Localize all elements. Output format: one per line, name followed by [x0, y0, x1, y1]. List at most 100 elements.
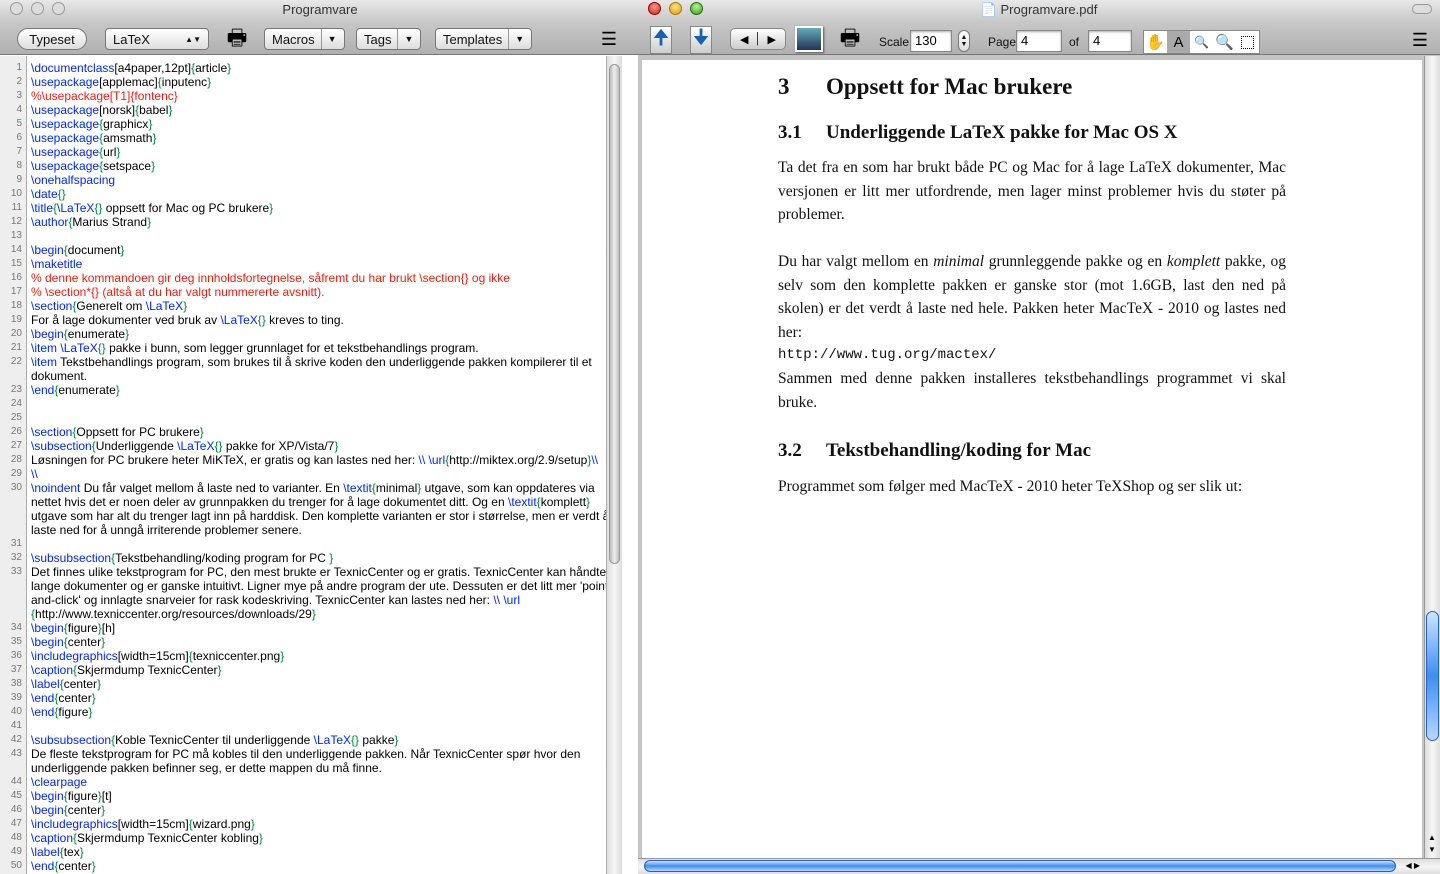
line-text[interactable]: \author{Marius Strand}	[27, 215, 617, 229]
code-line[interactable]: 34 \begin{figure}[h]	[0, 621, 620, 635]
line-text[interactable]: \usepackage{url}	[27, 145, 617, 159]
line-text[interactable]: Det finnes ulike tekstprogram for PC, de…	[27, 565, 617, 621]
line-text[interactable]: \subsubsection{Tekstbehandling/koding pr…	[27, 551, 617, 565]
scroll-arrows-icon[interactable]: ◀ ▶	[1405, 861, 1420, 870]
code-line[interactable]: 24	[0, 397, 620, 411]
line-text[interactable]	[27, 537, 617, 551]
line-text[interactable]	[27, 719, 617, 733]
macros-menu[interactable]: Macros ▼	[264, 28, 345, 50]
code-line[interactable]: 14 \begin{document}	[0, 243, 620, 257]
line-text[interactable]	[27, 397, 617, 411]
select-region-icon[interactable]	[1236, 31, 1259, 53]
code-line[interactable]: 12 \author{Marius Strand}	[0, 215, 620, 229]
line-text[interactable]: \clearpage	[27, 775, 617, 789]
line-text[interactable]: \end{center}	[27, 859, 617, 873]
line-text[interactable]: \section{Generelt om \LaTeX}	[27, 299, 617, 313]
line-text[interactable]: \usepackage{setspace}	[27, 159, 617, 173]
line-text[interactable]: \begin{enumerate}	[27, 327, 617, 341]
toolbar-pill-button[interactable]	[1412, 4, 1432, 14]
code-lines[interactable]: 1 \documentclass[a4paper,12pt]{article} 2 \…	[0, 61, 620, 873]
line-text[interactable]: \label{tex}	[27, 845, 617, 859]
next-page-icon[interactable]: 🠋	[690, 26, 712, 54]
hand-tool-icon[interactable]: ✋	[1144, 31, 1167, 53]
line-text[interactable]: \maketitle	[27, 257, 617, 271]
line-text[interactable]: \item Tekstbehandlings program, som bruk…	[27, 355, 617, 383]
scroll-thumb[interactable]	[1426, 610, 1439, 741]
forward-icon[interactable]: ▶	[768, 33, 776, 46]
line-text[interactable]: De fleste tekstprogram for PC må kobles …	[27, 747, 617, 775]
code-line[interactable]: 20 \begin{enumerate}	[0, 327, 620, 341]
line-text[interactable]: \section{Oppsett for PC brukere}	[27, 425, 617, 439]
code-line[interactable]: 16 % denne kommandoen gir deg innholdsfor…	[0, 271, 620, 285]
code-line[interactable]: 31	[0, 537, 620, 551]
code-line[interactable]: 27 \subsection{Underliggende \LaTeX{} pak…	[0, 439, 620, 453]
code-line[interactable]: 8 \usepackage{setspace}	[0, 159, 620, 173]
code-line[interactable]: 49 \label{tex}	[0, 845, 620, 859]
code-line[interactable]: 25	[0, 411, 620, 425]
code-line[interactable]: 11 \title{\LaTeX{} oppsett for Mac og PC …	[0, 201, 620, 215]
code-line[interactable]: 41	[0, 719, 620, 733]
line-text[interactable]: % denne kommandoen gir deg innholdsforte…	[27, 271, 617, 285]
line-text[interactable]: \documentclass[a4paper,12pt]{article}	[27, 61, 617, 75]
templates-menu[interactable]: Templates ▼	[435, 28, 533, 50]
print-icon[interactable]: 🖶	[222, 25, 252, 54]
scroll-thumb[interactable]	[644, 860, 1396, 872]
code-line[interactable]: 2 \usepackage[applemac]{inputenc}	[0, 75, 620, 89]
code-line[interactable]: 17 % \section*{} (altså at du har valgt n…	[0, 285, 620, 299]
line-text[interactable]: \usepackage{amsmath}	[27, 131, 617, 145]
line-text[interactable]	[27, 411, 617, 425]
code-line[interactable]: 5 \usepackage{graphicx}	[0, 117, 620, 131]
code-line[interactable]: 36 \includegraphics[width=15cm]{texniccen…	[0, 649, 620, 663]
code-line[interactable]: 9 \onehalfspacing	[0, 173, 620, 187]
code-line[interactable]: 38 \label{center}	[0, 677, 620, 691]
code-line[interactable]: 42 \subsubsection{Koble TexnicCenter til …	[0, 733, 620, 747]
line-text[interactable]: \noindent Du får valget mellom å laste n…	[27, 481, 617, 537]
preview-image-icon[interactable]	[795, 26, 823, 52]
code-line[interactable]: 30 \noindent Du får valget mellom å laste…	[0, 481, 620, 537]
line-text[interactable]: \includegraphics[width=15cm]{wizard.png}	[27, 817, 617, 831]
magnify-icon[interactable]: 🔍	[1213, 31, 1236, 53]
code-line[interactable]: 39 \end{center}	[0, 691, 620, 705]
code-line[interactable]: 15 \maketitle	[0, 257, 620, 271]
code-line[interactable]: 19 For å lage dokumenter ved bruk av \LaT…	[0, 313, 620, 327]
engine-select[interactable]: LaTeX ▲▼	[105, 28, 209, 50]
url-text[interactable]: http://www.tug.org/mactex/	[778, 344, 1286, 368]
pdf-vertical-scrollbar[interactable]: ▲ ▼	[1424, 56, 1440, 858]
code-line[interactable]: 21 \item \LaTeX{} pakke i bunn, som legge…	[0, 341, 620, 355]
line-text[interactable]: \end{center}	[27, 691, 617, 705]
code-line[interactable]: 18 \section{Generelt om \LaTeX}	[0, 299, 620, 313]
pdf-horizontal-scrollbar[interactable]: ◀ ▶	[638, 858, 1440, 874]
code-line[interactable]: 45 \begin{figure}[t]	[0, 789, 620, 803]
line-text[interactable]: \\	[27, 467, 617, 481]
code-line[interactable]: 22 \item Tekstbehandlings program, som br…	[0, 355, 620, 383]
code-line[interactable]: 10 \date{}	[0, 187, 620, 201]
code-line[interactable]: 46 \begin{center}	[0, 803, 620, 817]
line-text[interactable]: \end{enumerate}	[27, 383, 617, 397]
line-text[interactable]: \begin{center}	[27, 803, 617, 817]
line-text[interactable]: \caption{Skjermdump TexnicCenter kobling…	[27, 831, 617, 845]
code-line[interactable]: 35 \begin{center}	[0, 635, 620, 649]
scroll-thumb[interactable]	[609, 64, 620, 564]
scale-input[interactable]: 130	[910, 30, 952, 52]
line-text[interactable]: \end{figure}	[27, 705, 617, 719]
line-text[interactable]: \includegraphics[width=15cm]{texniccente…	[27, 649, 617, 663]
code-editor[interactable]: 1 \documentclass[a4paper,12pt]{article} 2 \…	[0, 56, 622, 874]
magnify-small-icon[interactable]: 🔍	[1190, 31, 1213, 53]
typeset-button[interactable]: Typeset	[17, 28, 87, 50]
code-line[interactable]: 33 Det finnes ulike tekstprogram for PC, …	[0, 565, 620, 621]
line-text[interactable]: \begin{figure}[h]	[27, 621, 617, 635]
line-text[interactable]: % \section*{} (altså at du har valgt num…	[27, 285, 617, 299]
previous-page-icon[interactable]: 🠉	[650, 26, 672, 54]
code-line[interactable]: 13	[0, 229, 620, 243]
code-line[interactable]: 23 \end{enumerate}	[0, 383, 620, 397]
line-text[interactable]: \label{center}	[27, 677, 617, 691]
line-text[interactable]: For å lage dokumenter ved bruk av \LaTeX…	[27, 313, 617, 327]
line-text[interactable]: \caption{Skjermdump TexnicCenter}	[27, 663, 617, 677]
line-text[interactable]: \subsection{Underliggende \LaTeX{} pakke…	[27, 439, 617, 453]
code-line[interactable]: 43 De fleste tekstprogram for PC må koble…	[0, 747, 620, 775]
text-select-tool-icon[interactable]: A	[1167, 31, 1190, 53]
back-icon[interactable]: ◀	[740, 33, 748, 46]
code-line[interactable]: 48 \caption{Skjermdump TexnicCenter kobli…	[0, 831, 620, 845]
print-icon[interactable]: 🖶	[836, 25, 864, 54]
code-line[interactable]: 28 Løsningen for PC brukere heter MiKTeX,…	[0, 453, 620, 467]
